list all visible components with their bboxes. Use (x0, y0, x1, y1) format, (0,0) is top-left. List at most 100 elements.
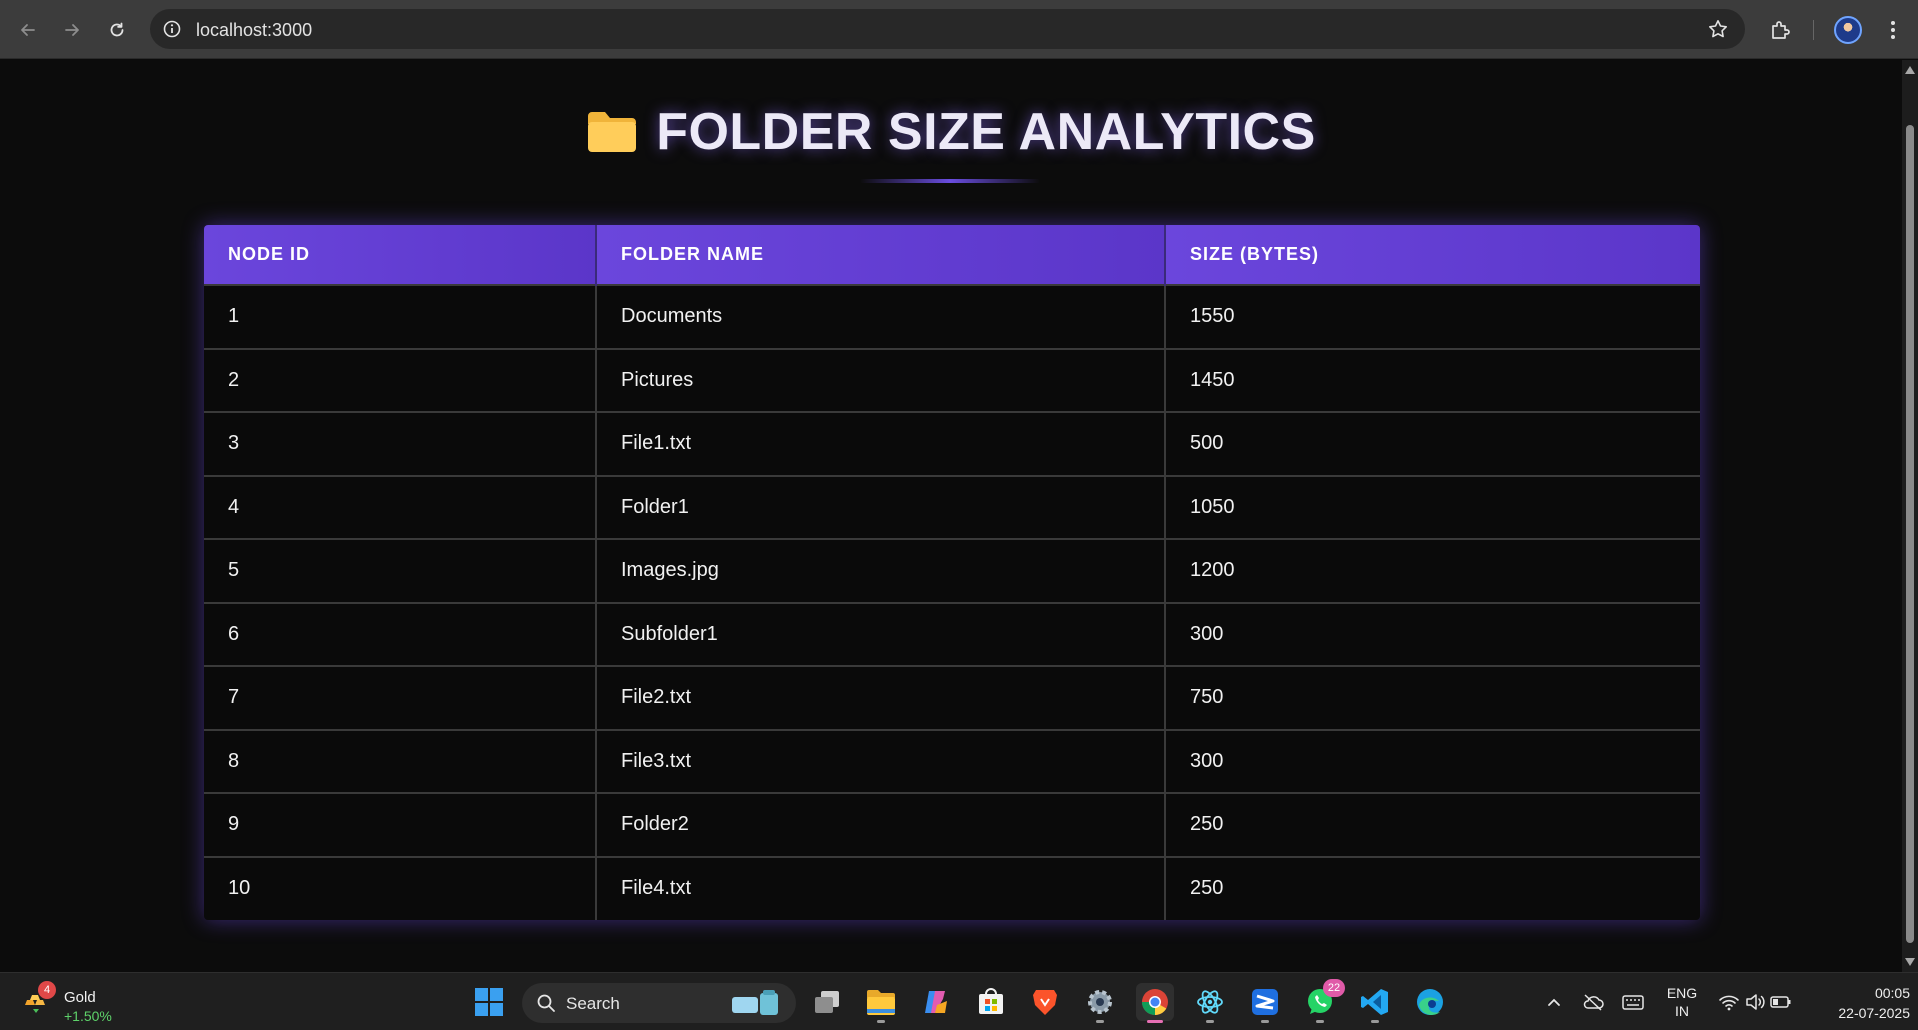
gold-widget[interactable]: 4 Gold +1.50% (22, 981, 142, 1025)
taskbar-search[interactable]: Search (522, 983, 796, 1023)
site-info-icon[interactable] (162, 19, 182, 39)
page-title: FOLDER SIZE ANALYTICS (586, 102, 1316, 162)
wifi-icon[interactable] (1718, 992, 1740, 1012)
title-underline (860, 179, 1040, 183)
running-indicator (1316, 1020, 1324, 1023)
cell-size: 1050 (1165, 474, 1700, 539)
vscode-icon (1361, 989, 1388, 1015)
cell-node-id: 1 (204, 284, 597, 349)
reload-button[interactable] (101, 14, 133, 46)
reload-icon (110, 22, 124, 37)
settings-gear-icon (1088, 990, 1112, 1014)
kebab-menu-icon[interactable] (1880, 17, 1906, 43)
running-indicator (1206, 1020, 1214, 1023)
arrow-left-icon (21, 24, 35, 36)
task-view-icon (815, 991, 839, 1013)
taskbar-copilot[interactable] (917, 983, 955, 1021)
cell-folder-name: Documents (596, 284, 1166, 349)
table-row: 5 Images.jpg 1200 (204, 538, 1700, 603)
address-bar[interactable]: localhost:3000 (150, 9, 1745, 49)
extensions-puzzle-icon[interactable] (1768, 17, 1794, 43)
folder-icon (588, 112, 637, 152)
clock-time: 00:05 (1874, 985, 1910, 1001)
windows-logo-icon (475, 988, 503, 1016)
cell-size: 1200 (1165, 538, 1700, 603)
table-row: 7 File2.txt 750 (204, 665, 1700, 730)
profile-avatar[interactable] (1834, 16, 1862, 44)
cell-folder-name: File2.txt (596, 665, 1166, 730)
edge-browser-icon (1417, 989, 1443, 1016)
cell-folder-name: File4.txt (596, 855, 1166, 920)
chevron-up-icon[interactable] (1545, 993, 1563, 1011)
widget-label: Gold (64, 989, 96, 1006)
taskbar-chrome[interactable] (1136, 983, 1174, 1023)
url-text[interactable]: localhost:3000 (196, 20, 312, 41)
taskbar-app-blue[interactable] (1246, 983, 1284, 1023)
running-indicator (1371, 1020, 1379, 1023)
forward-button[interactable] (56, 14, 88, 46)
cell-folder-name: Subfolder1 (596, 601, 1166, 666)
widget-badge: 4 (38, 981, 56, 999)
taskbar-settings[interactable] (1081, 983, 1119, 1023)
cell-node-id: 9 (204, 792, 597, 857)
scroll-down-arrow-icon[interactable] (1905, 958, 1915, 966)
taskbar-whatsapp[interactable]: 22 (1301, 979, 1345, 1023)
language-indicator[interactable]: ENG IN (1664, 984, 1700, 1020)
cell-folder-name: Images.jpg (596, 538, 1166, 603)
running-indicator (877, 1020, 885, 1023)
bookmark-star-icon[interactable] (1707, 18, 1729, 40)
table-row: 4 Folder1 1050 (204, 474, 1700, 539)
system-clock[interactable]: 00:05 22-07-2025 (1810, 983, 1910, 1023)
widget-value: +1.50% (64, 1008, 112, 1024)
cell-folder-name: Pictures (596, 347, 1166, 412)
cell-node-id: 8 (204, 728, 597, 793)
taskbar-brave[interactable] (1026, 983, 1064, 1021)
cell-node-id: 5 (204, 538, 597, 603)
table-row: 10 File4.txt 250 (204, 855, 1700, 920)
onedrive-cloud-off-icon[interactable] (1582, 992, 1604, 1012)
cell-node-id: 10 (204, 855, 597, 920)
toolbar-separator (1813, 20, 1814, 40)
copilot-icon (925, 991, 947, 1013)
start-button[interactable] (470, 983, 508, 1021)
cell-size: 300 (1165, 728, 1700, 793)
column-header-node-id: NODE ID (204, 225, 597, 285)
brave-browser-icon (1033, 990, 1057, 1015)
taskbar-microsoft-store[interactable] (972, 983, 1010, 1021)
table-row: 8 File3.txt 300 (204, 728, 1700, 793)
table-header-row: NODE ID FOLDER NAME SIZE (BYTES) (204, 225, 1700, 285)
table-row: 1 Documents 1550 (204, 284, 1700, 349)
taskbar-electron-app[interactable] (1191, 983, 1229, 1023)
cell-size: 300 (1165, 601, 1700, 666)
whatsapp-unread-badge: 22 (1323, 979, 1345, 997)
browser-toolbar: localhost:3000 (0, 0, 1918, 59)
page-scrollbar[interactable] (1902, 60, 1918, 972)
task-view-button[interactable] (808, 983, 846, 1021)
cell-folder-name: Folder2 (596, 792, 1166, 857)
table-row: 9 Folder2 250 (204, 792, 1700, 857)
table-row: 6 Subfolder1 300 (204, 601, 1700, 666)
title-wrapper: FOLDER SIZE ANALYTICS (0, 102, 1902, 162)
column-header-folder-name: FOLDER NAME (596, 225, 1166, 285)
taskbar-vscode[interactable] (1356, 983, 1394, 1023)
cell-size: 250 (1165, 855, 1700, 920)
cell-size: 500 (1165, 411, 1700, 476)
scrollbar-thumb[interactable] (1906, 125, 1914, 943)
app-s-logo-icon (1252, 989, 1278, 1015)
cell-node-id: 6 (204, 601, 597, 666)
cell-node-id: 4 (204, 474, 597, 539)
cell-folder-name: Folder1 (596, 474, 1166, 539)
cell-node-id: 7 (204, 665, 597, 730)
cell-size: 250 (1165, 792, 1700, 857)
taskbar-file-explorer[interactable] (862, 983, 900, 1023)
back-button[interactable] (12, 14, 44, 46)
region-code: IN (1675, 1003, 1689, 1019)
table-row: 3 File1.txt 500 (204, 411, 1700, 476)
cell-folder-name: File3.txt (596, 728, 1166, 793)
cell-node-id: 2 (204, 347, 597, 412)
battery-icon[interactable] (1770, 993, 1792, 1011)
taskbar-edge[interactable] (1411, 983, 1449, 1021)
volume-icon[interactable] (1744, 992, 1766, 1012)
keyboard-icon[interactable] (1621, 992, 1645, 1012)
scroll-up-arrow-icon[interactable] (1905, 66, 1915, 74)
